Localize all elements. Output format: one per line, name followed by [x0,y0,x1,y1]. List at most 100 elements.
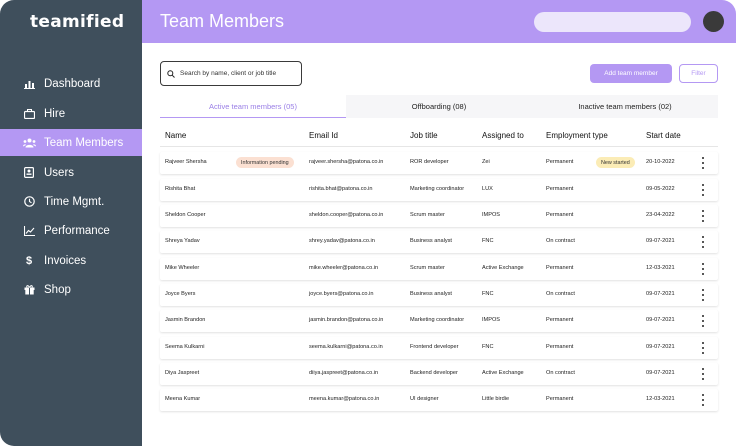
sidebar-item-shop[interactable]: Shop [0,276,142,303]
sidebar-item-users[interactable]: Users [0,159,142,186]
new-started-badge: New started [596,157,635,168]
cell-employment-type: Permanent [546,212,574,218]
cell-assigned-to: Active Exchange [482,370,524,376]
cell-email: mike.wheeler@patona.co.in [309,265,379,271]
cell-assigned-to: FNC [482,238,494,244]
sidebar-item-performance[interactable]: Performance [0,217,142,244]
cell-name: Jasmin Brandon [165,317,206,323]
cell-assigned-to: Zei [482,159,490,165]
cell-assigned-to: IMPOS [482,317,501,323]
cell-job-title: Backend developer [410,370,458,376]
table-row[interactable]: Rajveer Shersha Information pending rajv… [160,152,718,174]
column-header-employment-type[interactable]: Employment type [546,131,608,140]
column-header-name[interactable]: Name [165,131,186,140]
table-row[interactable]: Mike Wheeler mike.wheeler@patona.co.in S… [160,258,718,280]
filter-button[interactable]: Filter [679,64,718,83]
cell-start-date: 20-10-2022 [646,159,675,165]
sidebar-item-invoices[interactable]: $ Invoices [0,247,142,274]
cell-name: Shreya Yadav [165,238,200,244]
sidebar-item-label: Dashboard [44,77,101,90]
table-row[interactable]: Shreya Yadav shrey.yadav@patona.co.in Bu… [160,231,718,253]
cell-start-date: 09-07-2021 [646,291,675,297]
table-row[interactable]: Jasmin Brandon jasmin.brandon@patona.co.… [160,310,718,332]
users-icon [22,136,36,150]
cell-name: Sheldon Cooper [165,212,206,218]
cell-job-title: Frontend developer [410,344,459,350]
cell-email: sheldon.cooper@patona.co.in [309,212,384,218]
app-window: teamified Dashboard Hire Team Members Us… [0,0,736,446]
sidebar-item-time-mgmt[interactable]: Time Mgmt. [0,188,142,215]
cell-employment-type: Permanent [546,317,574,323]
sidebar-item-label: Invoices [44,254,87,267]
sidebar-item-dashboard[interactable]: Dashboard [0,70,142,97]
sidebar-item-label: Hire [44,107,66,120]
tab-offboarding[interactable]: Offboarding (08) [346,95,532,118]
column-header-job-title[interactable]: Job title [410,131,438,140]
cell-assigned-to: Active Exchange [482,265,524,271]
table-row[interactable]: Sheldon Cooper sheldon.cooper@patona.co.… [160,205,718,227]
cell-job-title: ROR developer [410,159,449,165]
id-card-icon [22,166,36,180]
status-badge: Information pending [236,157,294,168]
cell-start-date: 12-03-2021 [646,396,675,402]
cell-job-title: Scrum master [410,212,445,218]
cell-email: rishita.bhat@patona.co.in [309,186,373,192]
column-header-start-date[interactable]: Start date [646,131,681,140]
row-menu-icon[interactable] [700,210,706,222]
top-header: Team Members [142,0,736,43]
table-row[interactable]: Joyce Byers joyce.byers@patona.co.in Bus… [160,284,718,306]
clock-icon [22,195,36,209]
cell-name: Rishita Bhat [165,186,196,192]
tab-active-team-members[interactable]: Active team members (05) [160,95,346,118]
row-menu-icon[interactable] [700,342,706,354]
add-team-member-button[interactable]: Add team member [590,64,672,83]
cell-job-title: Marketing coordinator [410,317,465,323]
row-menu-icon[interactable] [700,263,706,275]
row-menu-icon[interactable] [700,157,706,169]
brand-logo[interactable]: teamified [30,12,124,32]
cell-email: joyce.byers@patona.co.in [309,291,374,297]
cell-job-title: Scrum master [410,265,445,271]
cell-job-title: Business analyst [410,291,452,297]
page-title: Team Members [160,11,285,31]
sidebar-item-label: Performance [44,224,110,237]
cell-start-date: 09-07-2021 [646,370,675,376]
dollar-icon: $ [25,254,33,267]
global-search-input[interactable] [534,12,691,32]
cell-assigned-to: FNC [482,344,494,350]
sidebar-item-hire[interactable]: Hire [0,100,142,127]
cell-start-date: 12-03-2021 [646,265,675,271]
table-row[interactable]: Seema Kulkarni seema.kulkarni@patona.co.… [160,337,718,359]
cell-job-title: UI designer [410,396,439,402]
column-header-email[interactable]: Email Id [309,131,338,140]
row-menu-icon[interactable] [700,289,706,301]
sidebar-item-label: Team Members [44,136,124,149]
search-input-wrapper[interactable] [160,61,302,86]
cell-email: seema.kulkarni@patona.co.in [309,344,383,350]
search-input[interactable] [180,70,298,77]
row-menu-icon[interactable] [700,368,706,380]
row-menu-icon[interactable] [700,394,706,406]
row-menu-icon[interactable] [700,236,706,248]
tab-inactive-team-members[interactable]: Inactive team members (02) [532,95,718,118]
cell-employment-type: Permanent [546,159,574,165]
cell-name: Mike Wheeler [165,265,200,271]
cell-name: Rajveer Shersha [165,159,207,165]
sidebar-item-label: Users [44,166,75,179]
table-row[interactable]: Meena Kumar meena.kumar@patona.co.in UI … [160,389,718,411]
cell-assigned-to: FNC [482,291,494,297]
table-header: Name Email Id Job title Assigned to Empl… [160,124,718,147]
row-menu-icon[interactable] [700,184,706,196]
table-row[interactable]: Diya Jaspreet diiya.jaspreet@patona.co.i… [160,363,718,385]
row-menu-icon[interactable] [700,315,706,327]
avatar[interactable] [703,11,724,32]
column-header-assigned-to[interactable]: Assigned to [482,131,524,140]
sidebar-item-team-members[interactable]: Team Members [0,129,142,156]
gift-icon [22,283,36,297]
cell-job-title: Marketing coordinator [410,186,465,192]
cell-job-title: Business analyst [410,238,452,244]
cell-email: jasmin.brandon@patona.co.in [309,317,384,323]
sidebar-item-label: Time Mgmt. [44,195,105,208]
cell-employment-type: On contract [546,291,575,297]
table-row[interactable]: Rishita Bhat rishita.bhat@patona.co.in M… [160,179,718,201]
